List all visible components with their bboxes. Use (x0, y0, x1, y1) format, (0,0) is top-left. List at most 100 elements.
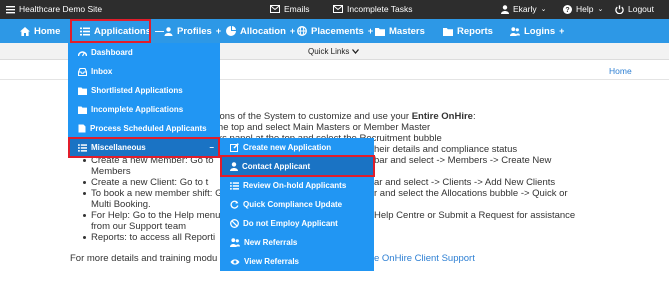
bullet (83, 214, 86, 217)
breadcrumb-home[interactable]: Home (609, 66, 632, 76)
chevron-down-icon (352, 49, 360, 54)
menu-item-label: Create new Application (243, 143, 332, 152)
top-bar: Healthcare Demo Site Emails Incomplete T… (0, 0, 669, 19)
menu-item-inbox[interactable]: Inbox (68, 62, 220, 81)
menu-item-incomplete-applications[interactable]: Incomplete Applications (68, 100, 220, 119)
menu-item-label: Process Scheduled Applicants (90, 124, 207, 133)
chevron-down-icon: ⌄ (540, 6, 547, 13)
menu-item-label: Incomplete Applications (91, 105, 184, 114)
menu-item-contact-applicant[interactable]: Contact Applicant (220, 157, 374, 176)
quick-links-label: Quick Links (308, 47, 350, 56)
emails-label: Emails (284, 4, 310, 14)
nav-allocation-label: Allocation (240, 25, 286, 37)
nav-reports[interactable]: Reports (443, 19, 493, 43)
document-icon (78, 124, 86, 133)
nav-profiles[interactable]: Profiles + (164, 19, 221, 43)
menu-item-shortlisted-applications[interactable]: Shortlisted Applications (68, 81, 220, 100)
menu-item-do-not-employ-applicant[interactable]: Do not Employ Applicant (220, 214, 374, 233)
dashboard-icon (78, 50, 87, 56)
bullet (83, 236, 86, 239)
ban-icon (230, 219, 239, 228)
menu-item-miscellaneous[interactable]: Miscellaneous – (68, 138, 220, 157)
user-icon (164, 26, 173, 36)
users-icon (230, 238, 240, 247)
logout-link[interactable]: Logout (615, 4, 654, 14)
miscellaneous-submenu: Create new Application Contact Applicant… (220, 138, 374, 271)
question-circle-icon: ? (563, 4, 572, 14)
quick-links-toggle[interactable]: Quick Links (308, 47, 360, 56)
menu-item-view-referrals[interactable]: View Referrals (220, 252, 374, 271)
body-line: For Help: Go to the Help menu (91, 210, 221, 221)
nav-masters[interactable]: Masters (375, 19, 425, 43)
body-line: Multi Booking. (91, 199, 151, 210)
user-icon (501, 4, 509, 14)
nav-home-label: Home (34, 25, 61, 37)
emails-link[interactable]: Emails (270, 4, 310, 14)
nav-masters-label: Masters (389, 25, 425, 37)
nav-allocation[interactable]: Allocation + (226, 19, 295, 43)
logout-label: Logout (628, 4, 654, 14)
menu-item-label: New Referrals (244, 238, 298, 247)
chevron-down-icon: ⌄ (597, 6, 604, 13)
product-name: Entire OnHire (411, 111, 473, 122)
envelope-icon (270, 5, 280, 13)
caret-icon: + (559, 26, 565, 36)
body-line: To book a new member shift: G (91, 188, 223, 199)
bullet (83, 159, 86, 162)
menu-item-process-scheduled-applicants[interactable]: Process Scheduled Applicants (68, 119, 220, 138)
intro-line: ctions of the System to customize and us… (210, 111, 476, 122)
body-line: heir details and compliance status (374, 144, 518, 155)
body-line: from our Support team (91, 221, 187, 232)
user-name: Ekarly (513, 4, 537, 14)
menu-item-create-new-application[interactable]: Create new Application (220, 138, 374, 157)
help-menu[interactable]: ? Help ⌄ (563, 4, 603, 14)
intro-text: ctions of the System to customize and us… (210, 111, 412, 122)
incomplete-tasks-label: Incomplete Tasks (347, 4, 413, 14)
power-icon (615, 4, 624, 14)
menu-item-review-on-hold-applicants[interactable]: Review On-hold Applicants (220, 176, 374, 195)
inbox-icon (78, 67, 87, 76)
incomplete-tasks-link[interactable]: Incomplete Tasks (333, 4, 413, 14)
body-line: Members (91, 166, 131, 177)
caret-icon: + (289, 26, 296, 36)
applications-menu: Dashboard Inbox Shortlisted Applications… (68, 43, 220, 157)
menu-item-label: Do not Employ Applicant (243, 219, 338, 228)
bullet (83, 181, 86, 184)
help-label: Help (576, 4, 594, 14)
svg-text:?: ? (565, 7, 569, 14)
home-icon (20, 26, 30, 36)
menu-item-quick-compliance-update[interactable]: Quick Compliance Update (220, 195, 374, 214)
folder-icon (78, 87, 87, 95)
list-icon (230, 181, 239, 190)
menu-item-label: Shortlisted Applications (91, 86, 183, 95)
pie-chart-icon (226, 26, 236, 36)
nav-logins[interactable]: Logins + (510, 19, 564, 43)
envelope-icon (333, 5, 343, 13)
menu-item-label: Quick Compliance Update (243, 200, 343, 209)
folder-icon (375, 27, 385, 36)
nav-placements[interactable]: Placements + (297, 19, 373, 43)
caret-icon: + (215, 26, 222, 36)
body-line: t the top and select Main Masters or Mem… (210, 122, 431, 133)
body-line: Help Centre or Submit a Request for assi… (374, 210, 576, 221)
menu-item-dashboard[interactable]: Dashboard (68, 43, 220, 62)
menu-item-label: Contact Applicant (242, 162, 311, 171)
body-line: Reports: to access all Reporti (91, 232, 216, 243)
nav-applications[interactable]: Applications — (80, 19, 164, 43)
menu-item-new-referrals[interactable]: New Referrals (220, 233, 374, 252)
nav-home[interactable]: Home (20, 19, 60, 43)
edit-icon (230, 143, 239, 152)
body-line: For more details and training modu (70, 253, 218, 264)
body-line: Create a new Client: Go to t (91, 177, 209, 188)
site-name-label: Healthcare Demo Site (19, 4, 103, 14)
main-nav: Home Applications — Profiles + Allocatio… (0, 19, 669, 43)
refresh-icon (230, 200, 239, 209)
site-name[interactable]: Healthcare Demo Site (6, 4, 102, 14)
user-menu[interactable]: Ekarly ⌄ (501, 4, 547, 14)
nav-logins-label: Logins (524, 25, 556, 37)
menu-icon (6, 5, 15, 13)
body-line: bar and select -> Members -> Create New (374, 155, 552, 166)
support-link[interactable]: e OnHire Client Support (374, 253, 475, 264)
nav-profiles-label: Profiles (177, 25, 212, 37)
body-line: r and select the Allocations bubble -> Q… (374, 188, 568, 199)
